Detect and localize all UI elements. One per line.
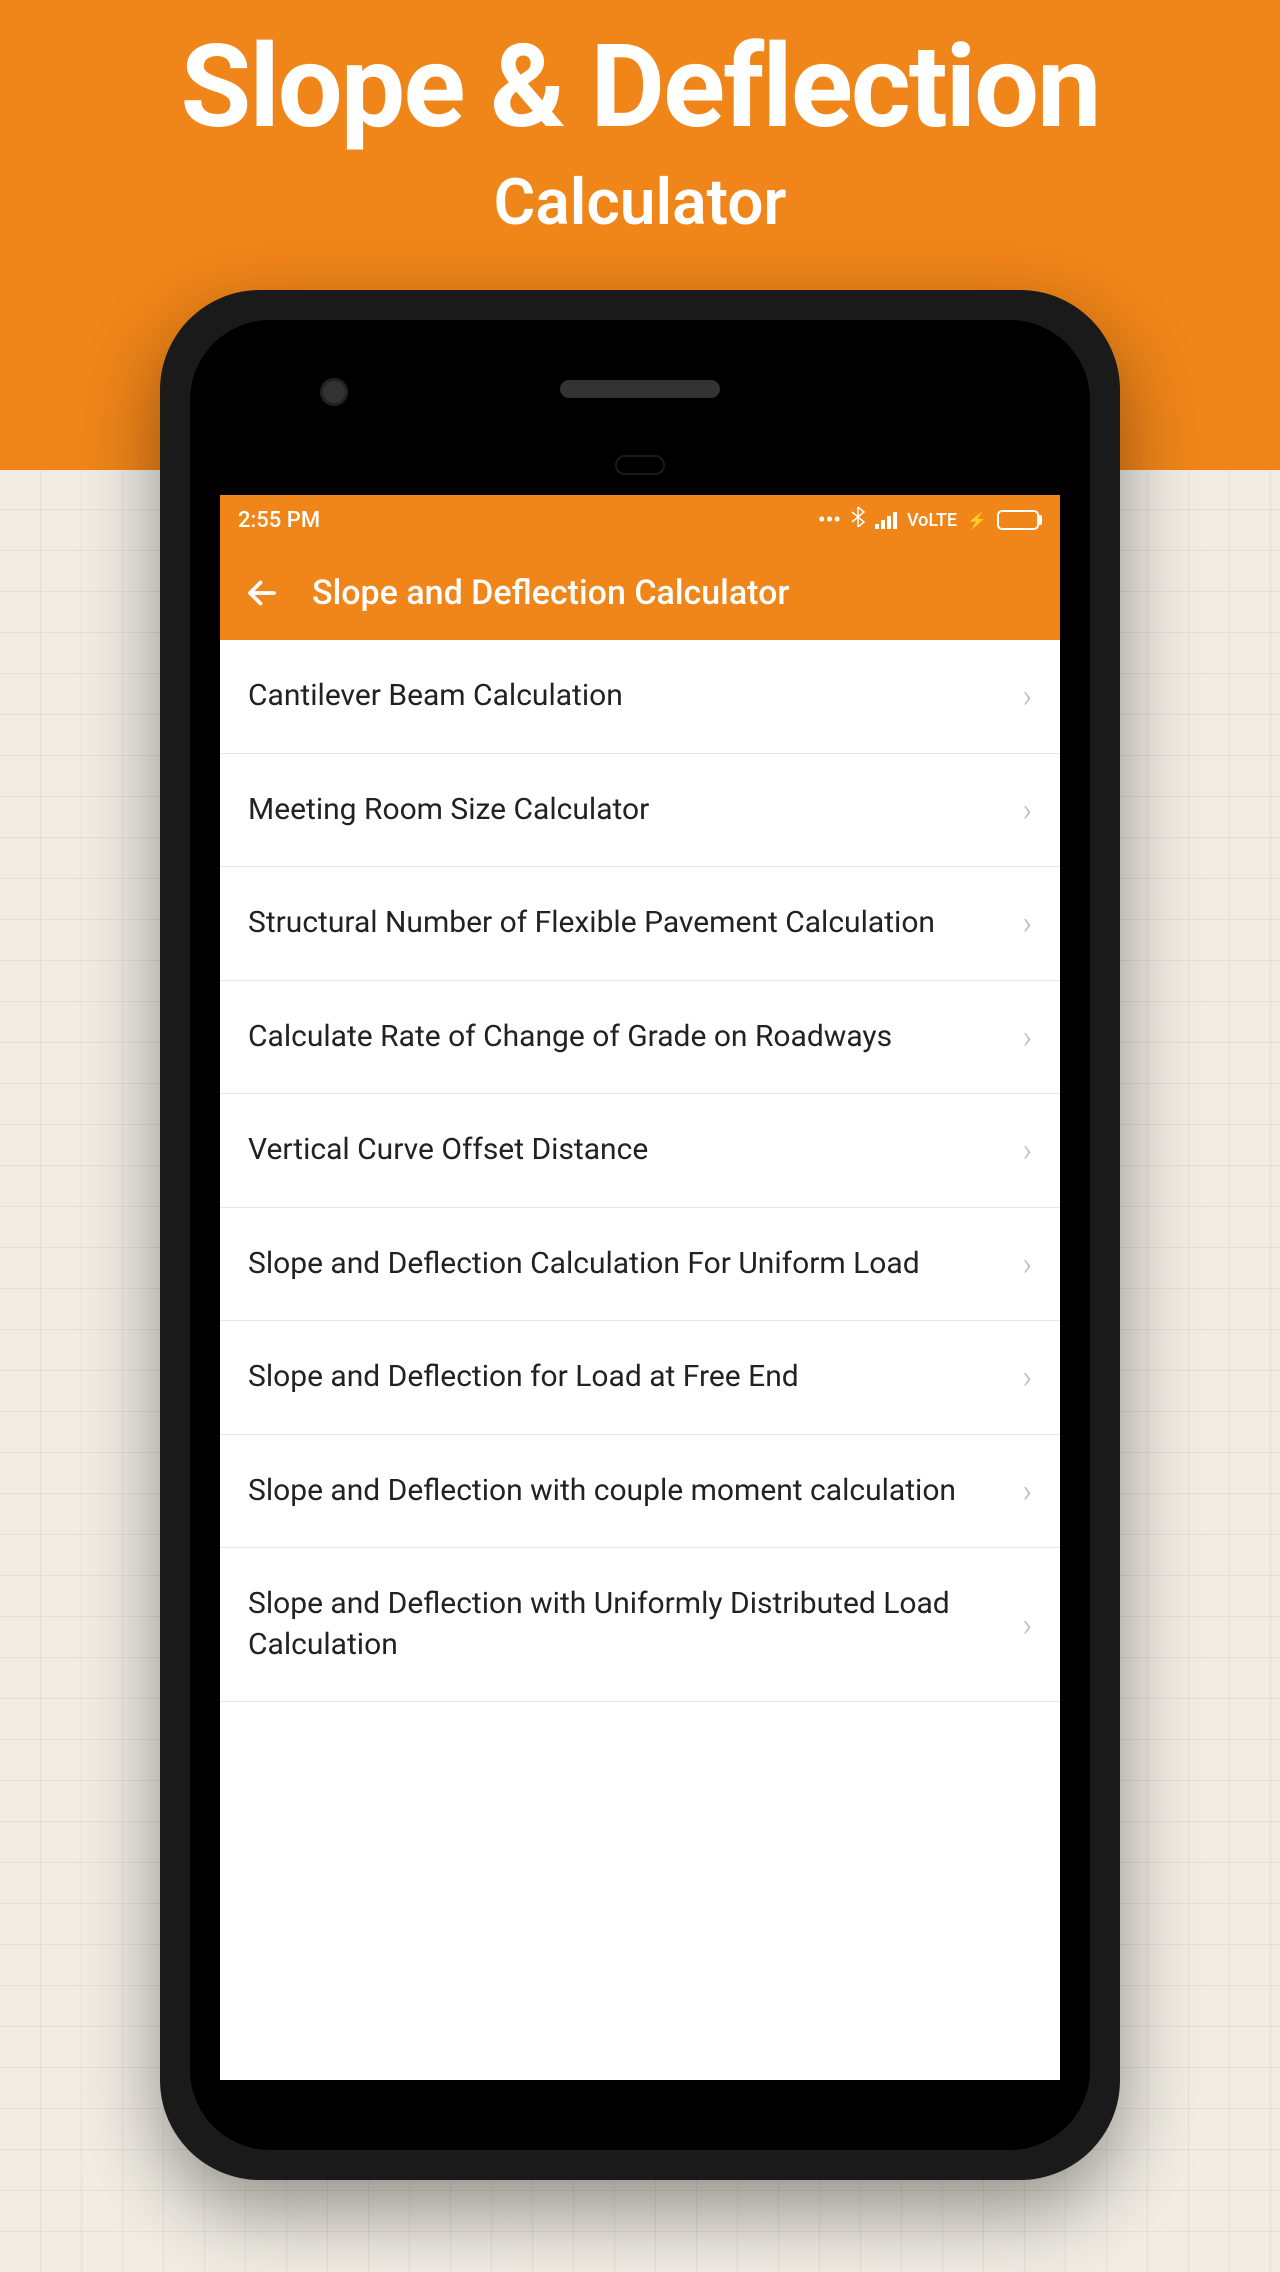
chevron-right-icon: › — [1022, 904, 1032, 942]
list-item-label: Cantilever Beam Calculation — [248, 676, 1022, 717]
chevron-right-icon: › — [1022, 791, 1032, 829]
chevron-right-icon: › — [1022, 1472, 1032, 1510]
list-item-label: Slope and Deflection with couple moment … — [248, 1471, 1022, 1512]
calculator-list: Cantilever Beam Calculation › Meeting Ro… — [220, 640, 1060, 1702]
list-item-cantilever-beam[interactable]: Cantilever Beam Calculation › — [220, 640, 1060, 754]
phone-frame-inner: 2:55 PM ••• VoLTE — [190, 320, 1090, 2150]
status-bar-left: 2:55 PM — [238, 508, 320, 533]
battery-icon — [997, 510, 1042, 530]
list-item-label: Calculate Rate of Change of Grade on Roa… — [248, 1017, 1022, 1058]
list-item-label: Structural Number of Flexible Pavement C… — [248, 903, 1022, 944]
list-item-couple-moment[interactable]: Slope and Deflection with couple moment … — [220, 1435, 1060, 1549]
list-item-structural-number[interactable]: Structural Number of Flexible Pavement C… — [220, 867, 1060, 981]
chevron-right-icon: › — [1022, 1018, 1032, 1056]
list-item-label: Slope and Deflection for Load at Free En… — [248, 1357, 1022, 1398]
chevron-right-icon: › — [1022, 677, 1032, 715]
promo-subtitle: Calculator — [494, 165, 787, 240]
phone-screen: 2:55 PM ••• VoLTE — [220, 495, 1060, 2080]
phone-camera-icon — [320, 378, 348, 406]
promo-title: Slope & Deflection — [181, 20, 1100, 155]
phone-speaker-icon — [560, 380, 720, 398]
phone-pill-icon — [615, 455, 665, 475]
list-item-meeting-room[interactable]: Meeting Room Size Calculator › — [220, 754, 1060, 868]
list-item-vertical-curve[interactable]: Vertical Curve Offset Distance › — [220, 1094, 1060, 1208]
back-button[interactable] — [244, 575, 280, 611]
bluetooth-icon — [851, 507, 865, 533]
signal-icon — [875, 511, 897, 529]
chevron-right-icon: › — [1022, 1245, 1032, 1283]
phone-frame: 2:55 PM ••• VoLTE — [160, 290, 1120, 2180]
status-bar-right: ••• VoLTE ⚡ — [818, 507, 1042, 533]
list-item-label: Vertical Curve Offset Distance — [248, 1130, 1022, 1171]
list-item-free-end[interactable]: Slope and Deflection for Load at Free En… — [220, 1321, 1060, 1435]
chevron-right-icon: › — [1022, 1606, 1032, 1644]
status-time: 2:55 PM — [238, 508, 320, 533]
app-bar-title: Slope and Deflection Calculator — [312, 573, 789, 613]
chevron-right-icon: › — [1022, 1358, 1032, 1396]
charging-icon: ⚡ — [967, 511, 987, 530]
app-bar: Slope and Deflection Calculator — [220, 545, 1060, 640]
list-item-uniform-load[interactable]: Slope and Deflection Calculation For Uni… — [220, 1208, 1060, 1322]
status-bar: 2:55 PM ••• VoLTE — [220, 495, 1060, 545]
volte-label: VoLTE — [907, 510, 957, 531]
list-item-label: Meeting Room Size Calculator — [248, 790, 1022, 831]
list-item-rate-of-change[interactable]: Calculate Rate of Change of Grade on Roa… — [220, 981, 1060, 1095]
list-item-label: Slope and Deflection with Uniformly Dist… — [248, 1584, 1022, 1665]
chevron-right-icon: › — [1022, 1131, 1032, 1169]
list-item-uniformly-distributed[interactable]: Slope and Deflection with Uniformly Dist… — [220, 1548, 1060, 1702]
more-icon: ••• — [818, 508, 841, 533]
list-item-label: Slope and Deflection Calculation For Uni… — [248, 1244, 1022, 1285]
